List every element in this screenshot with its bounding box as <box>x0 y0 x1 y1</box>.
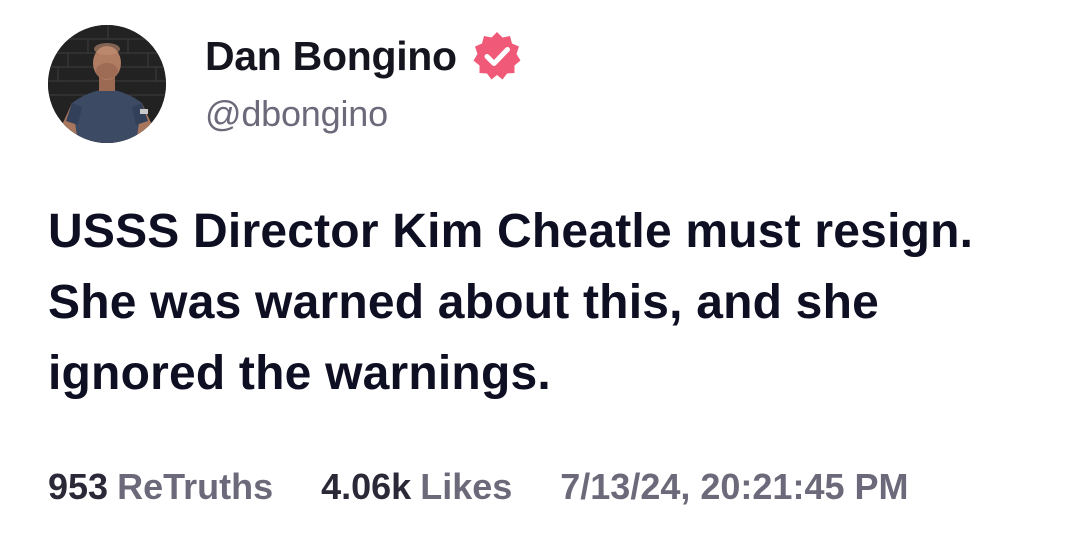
verified-badge-icon <box>471 30 523 82</box>
likes-count: 4.06k <box>321 466 412 507</box>
post-card: Dan Bongino @dbongino USSS Director Kim … <box>0 0 1080 549</box>
post-stats: 953 ReTruths 4.06k Likes 7/13/24, 20:21:45… <box>48 464 909 510</box>
author-name-row: Dan Bongino <box>205 30 523 82</box>
display-name[interactable]: Dan Bongino <box>205 33 457 80</box>
profile-photo <box>48 25 166 143</box>
author-handle[interactable]: @dbongino <box>205 93 388 135</box>
likes-label: Likes <box>420 466 513 507</box>
likes-stat[interactable]: 4.06k Likes <box>321 466 512 508</box>
avatar[interactable] <box>48 25 166 143</box>
retruths-stat[interactable]: 953 ReTruths <box>48 466 273 508</box>
retruths-count: 953 <box>48 466 109 507</box>
post-text: USSS Director Kim Cheatle must resign. S… <box>48 205 974 400</box>
retruths-label: ReTruths <box>117 466 274 507</box>
post-timestamp: 7/13/24, 20:21:45 PM <box>560 466 909 507</box>
